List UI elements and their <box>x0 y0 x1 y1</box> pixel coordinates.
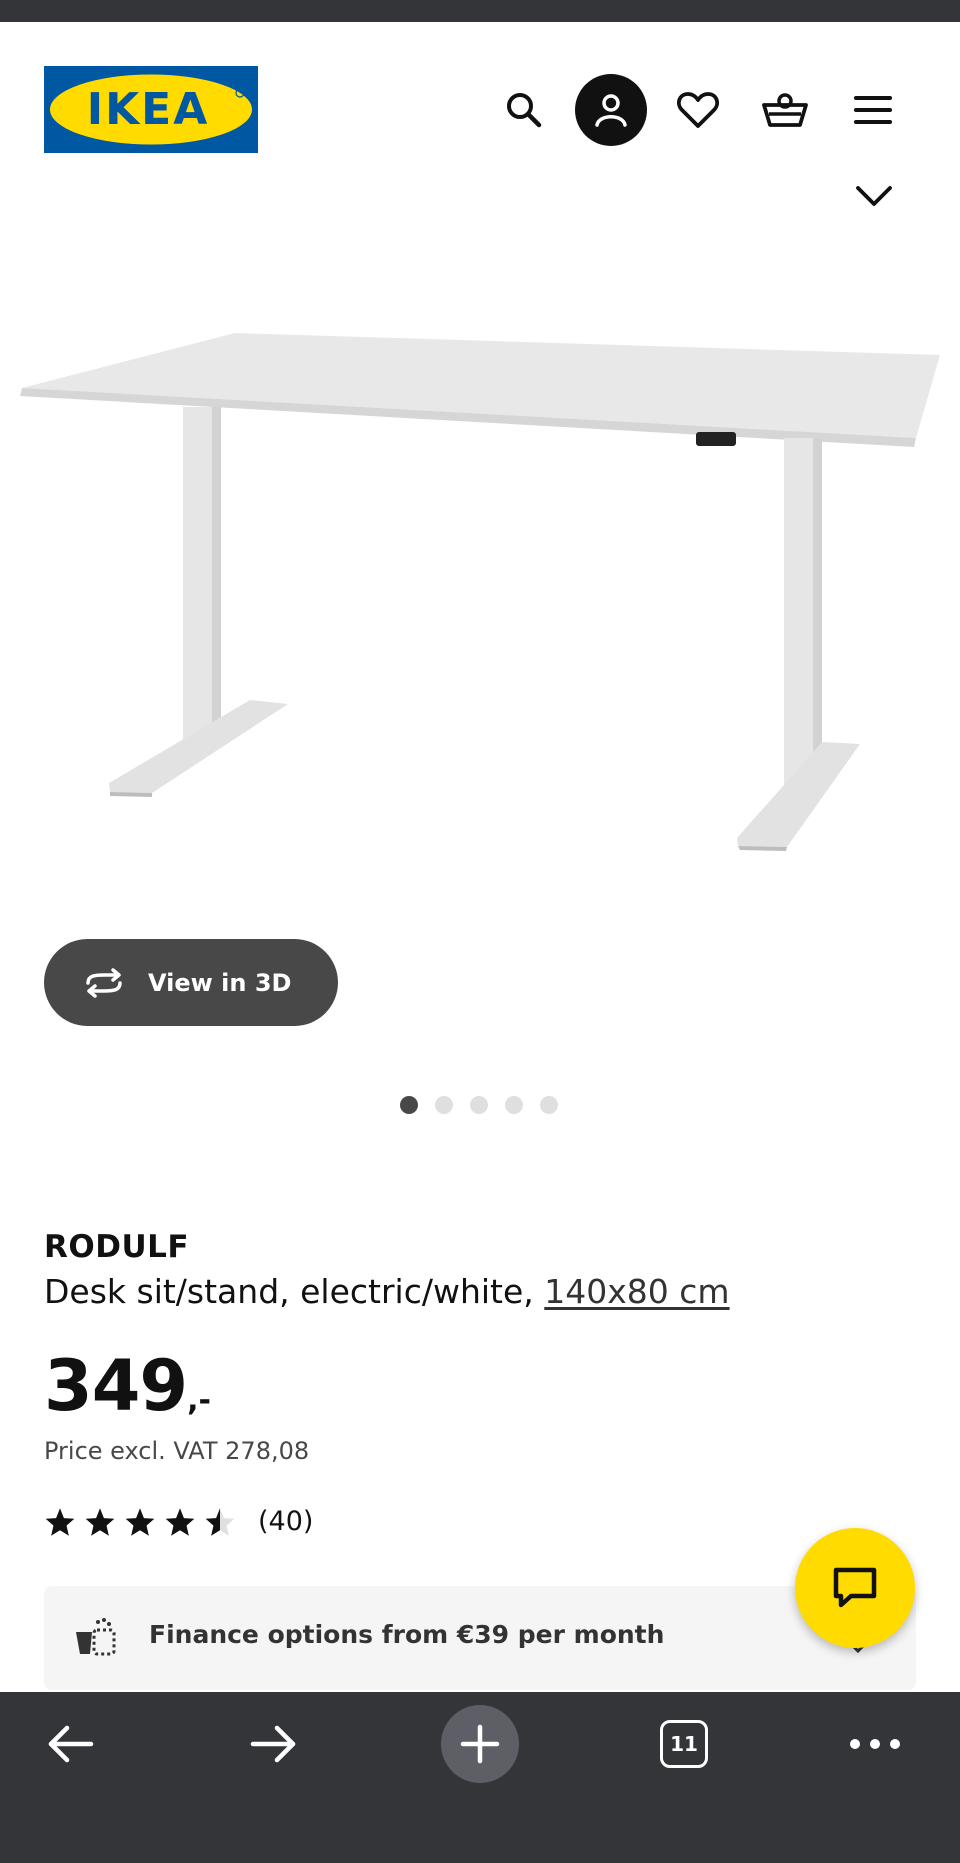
heart-icon <box>676 92 720 128</box>
back-button[interactable] <box>30 1704 110 1784</box>
more-icon <box>850 1739 900 1749</box>
carousel-dot[interactable] <box>435 1096 453 1114</box>
review-count: (40) <box>258 1506 314 1537</box>
finance-options-banner[interactable]: Finance options from €39 per month <box>44 1586 916 1690</box>
search-icon <box>507 93 542 128</box>
carousel-dot[interactable] <box>540 1096 558 1114</box>
menu-icon <box>854 96 892 124</box>
chevron-down-icon <box>856 186 892 206</box>
back-arrow-icon <box>48 1725 94 1763</box>
user-icon <box>595 94 627 127</box>
star-icon <box>125 1507 155 1536</box>
finance-icon <box>76 1618 116 1656</box>
product-size-link[interactable]: 140x80 cm <box>544 1272 729 1311</box>
tabs-button[interactable]: 11 <box>644 1704 724 1784</box>
product-name: RODULF <box>44 1229 190 1265</box>
product-description-text: Desk sit/stand, electric/white, <box>44 1272 545 1311</box>
view-in-3d-label: View in 3D <box>148 968 292 997</box>
status-bar <box>0 0 960 22</box>
price-value: 349 <box>44 1345 188 1427</box>
carousel-dot[interactable] <box>505 1096 523 1114</box>
forward-arrow-icon <box>250 1725 296 1763</box>
star-icon <box>45 1507 75 1536</box>
chat-icon <box>833 1567 877 1608</box>
image-carousel-dots <box>400 1096 558 1114</box>
chat-button[interactable] <box>795 1528 915 1648</box>
browser-toolbar: 11 <box>0 1692 960 1863</box>
rotate-3d-icon <box>86 967 122 998</box>
product-image[interactable] <box>0 300 960 860</box>
new-tab-button[interactable] <box>441 1705 519 1783</box>
rating-stars <box>44 1507 236 1537</box>
more-button[interactable] <box>835 1704 915 1784</box>
basket-icon <box>762 93 808 127</box>
svg-text:IKEA: IKEA <box>87 84 210 135</box>
price-suffix: ,- <box>187 1383 211 1418</box>
menu-button[interactable] <box>837 74 909 146</box>
account-button[interactable] <box>575 74 647 146</box>
price-excl-vat: Price excl. VAT 278,08 <box>44 1437 310 1465</box>
expand-button[interactable] <box>850 176 898 216</box>
star-icon <box>85 1507 115 1536</box>
carousel-dot[interactable] <box>400 1096 418 1114</box>
basket-button[interactable] <box>749 74 821 146</box>
site-header: IKEA <box>0 22 960 197</box>
favourites-button[interactable] <box>662 74 734 146</box>
finance-options-text: Finance options from €39 per month <box>149 1620 665 1649</box>
tabs-icon: 11 <box>660 1720 708 1768</box>
view-in-3d-button[interactable]: View in 3D <box>44 939 338 1026</box>
carousel-dot[interactable] <box>470 1096 488 1114</box>
search-button[interactable] <box>488 74 560 146</box>
half-star-icon <box>205 1507 235 1536</box>
star-icon <box>165 1507 195 1536</box>
product-price: 349,- <box>44 1346 211 1441</box>
forward-button[interactable] <box>234 1704 314 1784</box>
ikea-logo[interactable]: IKEA <box>44 66 258 153</box>
tab-count: 11 <box>670 1732 698 1756</box>
plus-icon <box>460 1724 500 1764</box>
product-rating[interactable]: (40) <box>44 1506 313 1537</box>
product-description: Desk sit/stand, electric/white, 140x80 c… <box>44 1272 730 1311</box>
